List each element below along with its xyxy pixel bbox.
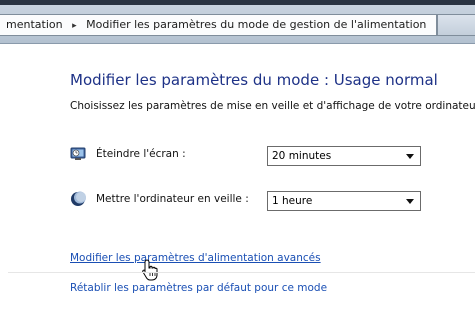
chevron-down-icon xyxy=(406,199,414,204)
breadcrumb-segment-current[interactable]: Modifier les paramètres du mode de gesti… xyxy=(86,18,426,31)
page-title: Modifier les paramètres du mode : Usage … xyxy=(70,71,438,89)
page-subtitle: Choisissez les paramètres de mise en vei… xyxy=(70,100,475,112)
chevron-down-icon xyxy=(406,154,414,159)
display-off-label: Éteindre l'écran : xyxy=(96,148,186,160)
address-bar: mentation ▸ Modifier les paramètres du m… xyxy=(0,5,475,44)
hand-cursor-icon xyxy=(142,259,158,281)
restore-defaults-link[interactable]: Rétablir les paramètres par défaut pour … xyxy=(70,282,327,294)
advanced-settings-link[interactable]: Modifier les paramètres d'alimentation a… xyxy=(70,252,321,264)
sleep-value: 1 heure xyxy=(272,195,313,207)
address-bar-dropdown[interactable] xyxy=(437,14,475,36)
display-off-value: 20 minutes xyxy=(272,150,332,162)
main-content: Modifier les paramètres du mode : Usage … xyxy=(0,44,475,324)
monitor-icon xyxy=(70,147,86,160)
breadcrumb[interactable]: mentation ▸ Modifier les paramètres du m… xyxy=(0,14,437,36)
breadcrumb-segment-parent[interactable]: mentation xyxy=(6,18,63,31)
moon-icon xyxy=(71,191,86,206)
divider xyxy=(8,272,475,273)
sleep-label: Mettre l'ordinateur en veille : xyxy=(96,193,249,205)
sleep-select[interactable]: 1 heure xyxy=(267,191,421,211)
breadcrumb-separator-icon[interactable]: ▸ xyxy=(72,21,77,31)
display-off-select[interactable]: 20 minutes xyxy=(267,146,421,166)
